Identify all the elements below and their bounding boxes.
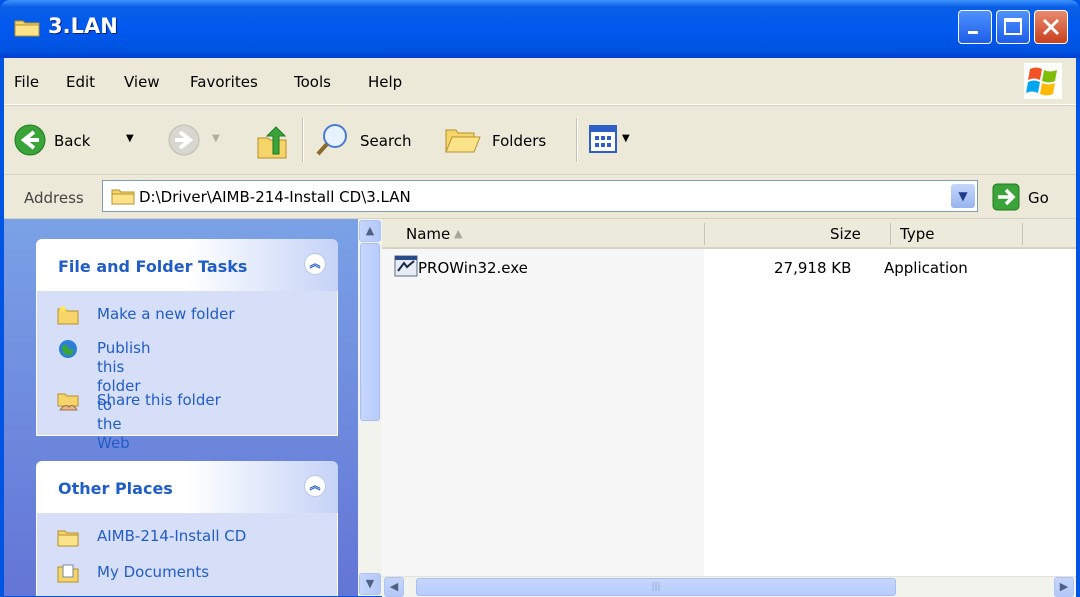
file-size: 27,918 KB (774, 259, 852, 277)
views-dropdown-icon: ▼ (622, 133, 630, 144)
task-pane: File and Folder Tasks ︽ Make a new folde… (4, 219, 358, 596)
column-divider[interactable] (890, 223, 891, 245)
address-input[interactable]: D:\Driver\AIMB-214-Install CD\3.LAN ▼ (102, 180, 978, 212)
scroll-right-button[interactable]: ▶ (1054, 577, 1074, 597)
file-folder-tasks-header[interactable]: File and Folder Tasks ︽ (36, 239, 338, 291)
toolbar: Back ▼ ▼ Search Folders ▼ (4, 105, 1076, 175)
folders-icon (445, 129, 481, 153)
file-folder-tasks-panel: Make a new folder Publish this folder to… (36, 291, 338, 452)
vertical-scroll-thumb[interactable] (360, 243, 380, 421)
chevron-down-icon: ▼ (365, 577, 375, 590)
folder-icon (14, 20, 40, 37)
views-icon (589, 125, 617, 153)
publish-web-icon (59, 340, 77, 358)
horizontal-scroll-thumb[interactable]: ||| (416, 578, 896, 596)
column-divider[interactable] (1022, 223, 1023, 245)
address-dropdown-button[interactable]: ▼ (951, 184, 975, 208)
up-folder-icon[interactable] (256, 126, 290, 160)
go-arrow-icon (992, 183, 1020, 211)
menu-view[interactable]: View (124, 73, 160, 91)
back-dropdown-icon[interactable]: ▼ (126, 133, 134, 144)
name-column-highlight (382, 249, 704, 576)
search-icon (316, 124, 347, 156)
folders-label: Folders (492, 132, 547, 150)
file-name: PROWin32.exe (418, 259, 528, 277)
application-exe-icon (394, 255, 418, 277)
horizontal-scrollbar[interactable]: ◀ ||| ▶ (382, 576, 1076, 597)
maximize-button[interactable] (996, 10, 1030, 44)
toolbar-separator (302, 118, 304, 162)
search-label: Search (360, 132, 412, 150)
sort-ascending-icon: ▲ (454, 227, 463, 240)
my-documents-icon (57, 564, 79, 583)
chevron-up-icon: ▲ (365, 224, 375, 237)
column-divider[interactable] (704, 223, 705, 245)
file-row[interactable]: PROWin32.exe 27,918 KB Application (382, 251, 1076, 281)
folder-icon (111, 189, 135, 205)
chevron-right-icon: ▶ (1059, 580, 1069, 593)
scroll-down-button[interactable]: ▼ (359, 573, 381, 595)
file-folder-tasks-title: File and Folder Tasks (58, 257, 248, 276)
minimize-button[interactable] (958, 10, 992, 44)
close-icon (1042, 18, 1060, 36)
collapse-chevron-icon[interactable]: ︽ (304, 253, 326, 275)
column-header-row: Name ▲ Size Type (382, 219, 1076, 249)
menu-help[interactable]: Help (368, 73, 402, 91)
new-folder-icon (57, 306, 79, 325)
chevron-left-icon: ◀ (389, 580, 399, 593)
vertical-scrollbar[interactable]: ▲ ▼ (358, 219, 383, 596)
column-header-type[interactable]: Type (900, 225, 934, 243)
back-label: Back (54, 132, 91, 150)
column-header-size[interactable]: Size (830, 225, 861, 243)
back-button[interactable]: Back ▼ (14, 118, 164, 162)
chevron-down-icon: ▼ (958, 189, 968, 203)
menu-tools[interactable]: Tools (294, 73, 331, 91)
menu-bar: File Edit View Favorites Tools Help (4, 58, 1076, 105)
window-title: 3.LAN (48, 14, 118, 38)
menu-edit[interactable]: Edit (66, 73, 95, 91)
share-folder-icon (57, 393, 79, 411)
scroll-left-button[interactable]: ◀ (384, 577, 404, 597)
toolbar-separator (576, 118, 578, 162)
close-button[interactable] (1034, 10, 1068, 44)
other-places-title: Other Places (58, 479, 173, 498)
other-places-header[interactable]: Other Places ︽ (36, 461, 338, 513)
search-button[interactable]: Search (314, 118, 429, 162)
other-places-panel: AIMB-214-Install CD My Documents (36, 513, 338, 596)
file-list-view[interactable]: ▲ ▼ Name ▲ Size Type PROWin32.exe 27,918… (358, 219, 1076, 597)
go-label: Go (1028, 189, 1049, 207)
menu-favorites[interactable]: Favorites (190, 73, 258, 91)
file-type: Application (884, 259, 968, 277)
maximize-icon (1004, 18, 1022, 35)
scroll-up-button[interactable]: ▲ (359, 220, 381, 242)
title-bar[interactable]: 3.LAN (0, 0, 1080, 58)
menu-file[interactable]: File (14, 73, 39, 91)
address-bar: Address D:\Driver\AIMB-214-Install CD\3.… (4, 175, 1076, 219)
address-path: D:\Driver\AIMB-214-Install CD\3.LAN (139, 188, 411, 206)
views-button[interactable]: ▼ (588, 124, 644, 156)
forward-arrow-icon (168, 124, 200, 156)
column-header-name[interactable]: Name (406, 225, 450, 243)
address-label: Address (24, 189, 84, 207)
back-arrow-icon (14, 124, 46, 156)
folder-icon (57, 530, 79, 547)
collapse-chevron-icon[interactable]: ︽ (304, 475, 326, 497)
folders-button[interactable]: Folders (444, 118, 564, 162)
windows-logo-icon (1024, 63, 1062, 99)
minimize-icon (968, 31, 978, 34)
forward-dropdown-icon: ▼ (212, 133, 220, 144)
forward-button[interactable]: ▼ (168, 118, 238, 162)
